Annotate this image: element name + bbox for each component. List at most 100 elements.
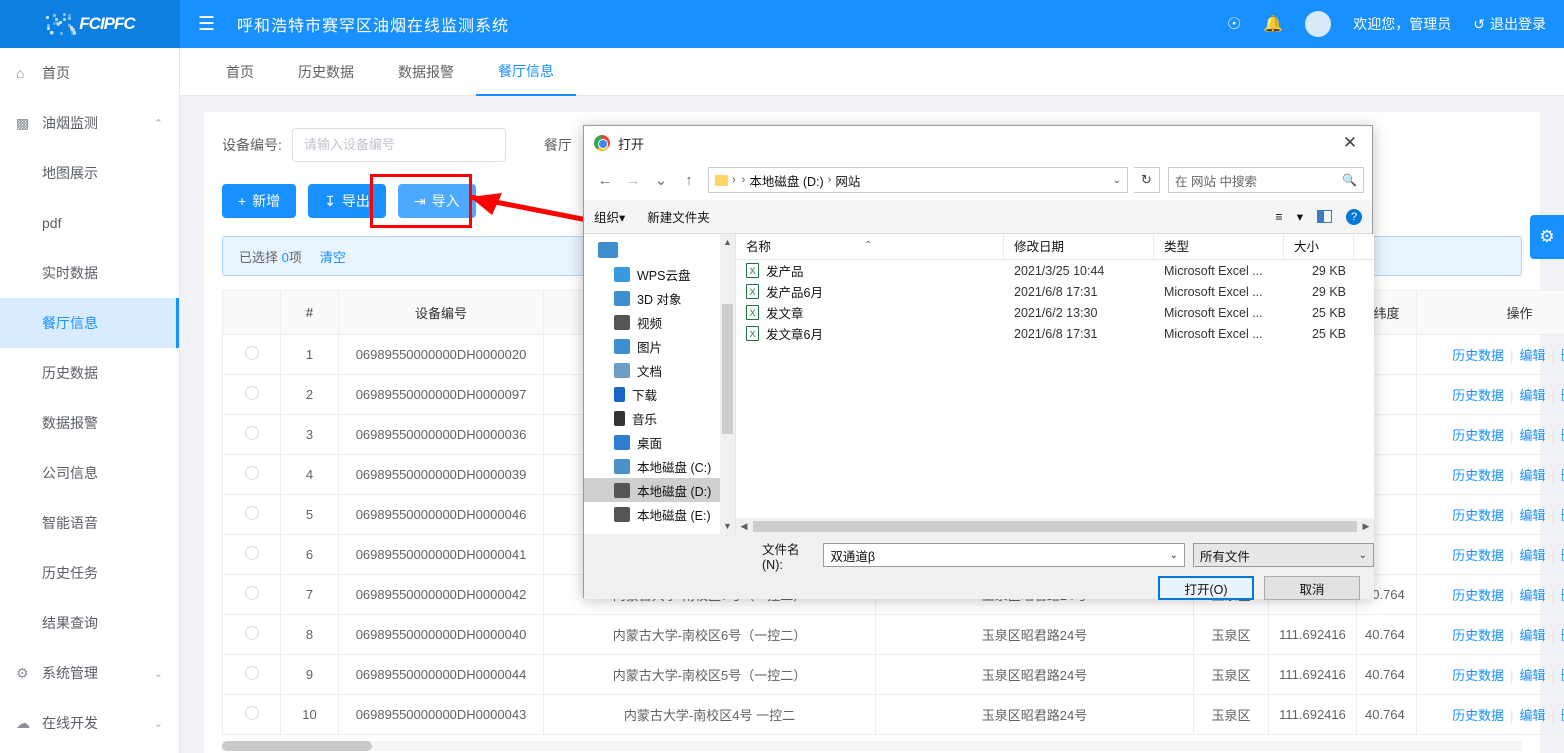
organize-button[interactable]: 组织▾	[594, 207, 625, 226]
history-link[interactable]: 历史数据	[1452, 548, 1504, 563]
row-radio[interactable]	[223, 655, 281, 695]
edit-link[interactable]: 编辑	[1519, 388, 1545, 403]
sidebar-item-8[interactable]: 公司信息	[0, 448, 179, 498]
dialog-search-input[interactable]: 在 网站 中搜索 🔍	[1168, 167, 1364, 193]
sidebar-item-6[interactable]: 历史数据	[0, 348, 179, 398]
file-column-2[interactable]: 类型	[1154, 234, 1284, 260]
file-row[interactable]: X 发文章6月 2021/6/8 17:31 Microsoft Excel ... 2…	[736, 323, 1374, 344]
sidebar-item-0[interactable]: ⌂ 首页	[0, 48, 179, 98]
breadcrumb-item-folder[interactable]: 网站	[835, 171, 860, 190]
cancel-button[interactable]: 取消	[1264, 576, 1360, 600]
tree-item-2[interactable]: 3D 对象	[584, 286, 735, 310]
close-icon[interactable]: ✕	[1328, 126, 1372, 160]
navpane-scroll-thumb[interactable]	[722, 304, 733, 434]
file-row[interactable]: X 发产品6月 2021/6/8 17:31 Microsoft Excel ... 2…	[736, 281, 1374, 302]
tree-item-7[interactable]: 音乐	[584, 406, 735, 430]
edit-link[interactable]: 编辑	[1519, 548, 1545, 563]
breadcrumb-item-drive[interactable]: 本地磁盘 (D:)	[749, 171, 823, 190]
preview-pane-icon[interactable]	[1317, 210, 1332, 223]
row-radio[interactable]	[223, 455, 281, 495]
sidebar-item-5[interactable]: 餐厅信息	[0, 298, 179, 348]
new-folder-button[interactable]: 新建文件夹	[647, 207, 710, 226]
menu-fold-icon[interactable]: ☰	[198, 13, 215, 36]
file-row[interactable]: X 发文章 2021/6/2 13:30 Microsoft Excel ... 25 …	[736, 302, 1374, 323]
radio-icon[interactable]	[245, 386, 259, 400]
file-type-select[interactable]: 所有文件 ⌄	[1193, 543, 1374, 567]
radio-icon[interactable]	[245, 586, 259, 600]
chevron-down-icon[interactable]: ⌄	[1359, 550, 1367, 561]
scrollbar-thumb[interactable]	[222, 741, 372, 751]
radio-icon[interactable]	[245, 466, 259, 480]
history-link[interactable]: 历史数据	[1452, 708, 1504, 723]
tree-item-4[interactable]: 图片	[584, 334, 735, 358]
sidebar-item-10[interactable]: 历史任务	[0, 548, 179, 598]
sidebar-item-7[interactable]: 数据报警	[0, 398, 179, 448]
tree-item-9[interactable]: 本地磁盘 (C:)	[584, 454, 735, 478]
sidebar-item-13[interactable]: ☁ 在线开发 ⌄	[0, 698, 179, 748]
sidebar-item-12[interactable]: ⚙ 系统管理 ⌄	[0, 648, 179, 698]
history-link[interactable]: 历史数据	[1452, 628, 1504, 643]
view-chevron-down-icon[interactable]: ▾	[1297, 209, 1303, 224]
recent-locations-icon[interactable]: ⌄	[648, 167, 674, 193]
bell-icon[interactable]: 🔔	[1263, 14, 1283, 34]
sidebar-item-1[interactable]: ▩ 油烟监测 ⌃	[0, 98, 179, 148]
file-row[interactable]: X 发产品 2021/3/25 10:44 Microsoft Excel ... 29…	[736, 260, 1374, 281]
file-column-0[interactable]: 名称 ⌃	[736, 234, 1004, 260]
scroll-up-arrow[interactable]: ▲	[720, 234, 735, 250]
refresh-icon[interactable]: ↻	[1134, 167, 1160, 193]
row-radio[interactable]	[223, 575, 281, 615]
row-radio[interactable]	[223, 615, 281, 655]
sidebar-item-3[interactable]: pdf	[0, 198, 179, 248]
row-radio[interactable]	[223, 695, 281, 735]
help-icon[interactable]: ?	[1346, 209, 1362, 225]
clear-selection-link[interactable]: 清空	[320, 247, 346, 266]
sidebar-item-9[interactable]: 智能语音	[0, 498, 179, 548]
tree-item-11[interactable]: 本地磁盘 (E:)	[584, 502, 735, 526]
file-list-horizontal-scrollbar[interactable]: ◀ ▶	[736, 518, 1374, 534]
edit-link[interactable]: 编辑	[1519, 708, 1545, 723]
tree-item-5[interactable]: 文档	[584, 358, 735, 382]
tree-item-0[interactable]	[584, 238, 735, 262]
sidebar-item-4[interactable]: 实时数据	[0, 248, 179, 298]
radio-icon[interactable]	[245, 426, 259, 440]
row-radio[interactable]	[223, 375, 281, 415]
row-radio[interactable]	[223, 335, 281, 375]
radio-icon[interactable]	[245, 626, 259, 640]
chevron-down-icon[interactable]: ⌄	[1113, 175, 1121, 186]
radio-icon[interactable]	[245, 506, 259, 520]
edit-link[interactable]: 编辑	[1519, 428, 1545, 443]
history-link[interactable]: 历史数据	[1452, 348, 1504, 363]
up-icon[interactable]: ↑	[676, 167, 702, 193]
radio-icon[interactable]	[245, 706, 259, 720]
row-radio[interactable]	[223, 415, 281, 455]
sidebar-item-11[interactable]: 结果查询	[0, 598, 179, 648]
row-radio[interactable]	[223, 535, 281, 575]
add-button[interactable]: + 新增	[222, 184, 296, 218]
tab-3[interactable]: 餐厅信息	[476, 48, 576, 96]
radio-icon[interactable]	[245, 546, 259, 560]
row-radio[interactable]	[223, 495, 281, 535]
tab-1[interactable]: 历史数据	[276, 49, 376, 95]
table-horizontal-scrollbar[interactable]	[222, 741, 1522, 751]
settings-fab-button[interactable]: ⚙	[1530, 215, 1564, 259]
breadcrumb[interactable]: › › 本地磁盘 (D:) › 网站 ⌄	[708, 167, 1128, 193]
edit-link[interactable]: 编辑	[1519, 668, 1545, 683]
avatar[interactable]	[1305, 11, 1331, 37]
filename-input[interactable]: 双通道β ⌄	[823, 543, 1185, 567]
file-column-1[interactable]: 修改日期	[1004, 234, 1154, 260]
history-link[interactable]: 历史数据	[1452, 668, 1504, 683]
sidebar-item-14[interactable]: ☺系统监控⌄	[0, 748, 179, 753]
device-no-input[interactable]: 请输入设备编号	[292, 128, 506, 162]
tree-item-1[interactable]: WPS云盘	[584, 262, 735, 286]
back-icon[interactable]: ←	[592, 167, 618, 193]
history-link[interactable]: 历史数据	[1452, 588, 1504, 603]
open-button[interactable]: 打开(O)	[1158, 576, 1254, 600]
radio-icon[interactable]	[245, 666, 259, 680]
history-link[interactable]: 历史数据	[1452, 428, 1504, 443]
history-link[interactable]: 历史数据	[1452, 508, 1504, 523]
hscroll-left-arrow[interactable]: ◀	[736, 521, 752, 532]
edit-link[interactable]: 编辑	[1519, 348, 1545, 363]
help-icon[interactable]: ☉	[1227, 14, 1241, 34]
edit-link[interactable]: 编辑	[1519, 508, 1545, 523]
edit-link[interactable]: 编辑	[1519, 628, 1545, 643]
